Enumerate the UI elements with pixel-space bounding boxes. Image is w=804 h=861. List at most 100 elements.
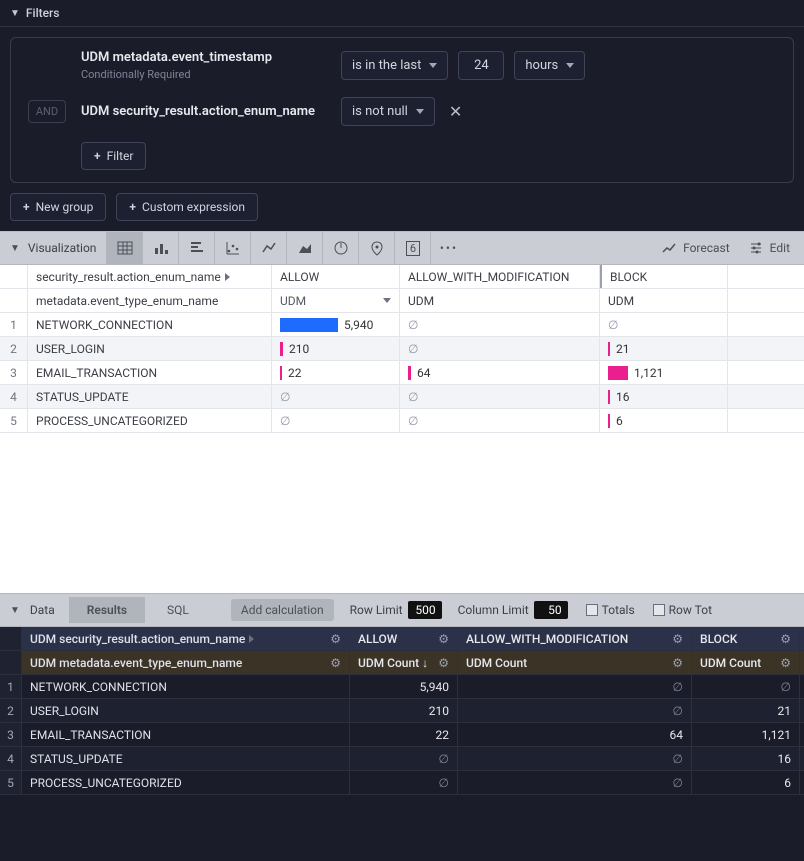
filter-unit-0[interactable]: hours: [514, 51, 585, 80]
gear-icon[interactable]: ⚙: [780, 632, 791, 646]
data-cell[interactable]: 6: [692, 771, 800, 794]
filter-op-1[interactable]: is not null: [341, 97, 435, 126]
data-cell[interactable]: ∅: [458, 699, 692, 722]
row-label[interactable]: PROCESS_UNCATEGORIZED: [28, 409, 272, 432]
filters-header[interactable]: ▼ Filters: [0, 0, 804, 27]
data-header[interactable]: ▼ Data: [0, 603, 65, 617]
vis-cell[interactable]: 210: [272, 337, 400, 360]
bar-chart-icon[interactable]: [142, 232, 178, 264]
dt-col-2[interactable]: BLOCK⚙: [692, 627, 800, 650]
gauge-icon[interactable]: [322, 232, 358, 264]
horizontal-bar-icon[interactable]: [178, 232, 214, 264]
row-totals-checkbox[interactable]: Row Tot: [653, 603, 712, 617]
gear-icon[interactable]: ⚙: [780, 656, 791, 670]
null-icon: ∅: [280, 390, 290, 404]
custom-expression-button[interactable]: + Custom expression: [116, 193, 258, 221]
vis-cell[interactable]: ∅: [400, 409, 600, 432]
filter-field-1[interactable]: UDM security_result.action_enum_name: [81, 104, 331, 119]
data-cell[interactable]: 16: [692, 747, 800, 770]
filter-op-0[interactable]: is in the last: [341, 51, 448, 80]
row-label[interactable]: USER_LOGIN: [28, 337, 272, 360]
gear-icon[interactable]: ⚙: [438, 656, 449, 670]
gear-icon[interactable]: ⚙: [438, 632, 449, 646]
pivot-col-2[interactable]: BLOCK: [600, 265, 728, 288]
vis-cell[interactable]: ∅: [400, 337, 600, 360]
add-filter-button[interactable]: + Filter: [81, 142, 146, 170]
single-value-icon[interactable]: 6: [394, 232, 430, 264]
tab-sql[interactable]: SQL: [149, 597, 207, 623]
row-label[interactable]: STATUS_UPDATE: [28, 385, 272, 408]
row-limit-input[interactable]: 500: [408, 601, 442, 619]
row-label[interactable]: STATUS_UPDATE: [22, 747, 350, 770]
map-icon[interactable]: [358, 232, 394, 264]
tab-results[interactable]: Results: [69, 597, 145, 623]
row-label[interactable]: PROCESS_UNCATEGORIZED: [22, 771, 350, 794]
dt-col-0[interactable]: ALLOW⚙: [350, 627, 458, 650]
dt-row-header[interactable]: UDM metadata.event_type_enum_name ⚙: [22, 651, 350, 674]
vis-cell[interactable]: 21: [600, 337, 728, 360]
vis-cell[interactable]: ∅: [400, 385, 600, 408]
vis-cell[interactable]: 64: [400, 361, 600, 384]
vis-cell[interactable]: 5,940: [272, 313, 400, 336]
measure-col-2[interactable]: UDM: [600, 289, 728, 312]
dt-measure-0[interactable]: UDM Count ↓⚙: [350, 651, 458, 674]
forecast-button[interactable]: Forecast: [661, 240, 730, 256]
data-cell[interactable]: 5,940: [350, 675, 458, 698]
pivot-col-1[interactable]: ALLOW_WITH_MODIFICATION: [400, 265, 600, 288]
measure-col-0[interactable]: UDM: [272, 289, 400, 312]
more-icon[interactable]: •••: [430, 232, 466, 264]
data-cell[interactable]: ∅: [692, 675, 800, 698]
data-cell[interactable]: 22: [350, 723, 458, 746]
gear-icon[interactable]: ⚙: [330, 656, 341, 670]
row-label[interactable]: NETWORK_CONNECTION: [28, 313, 272, 336]
pivot-field-header[interactable]: security_result.action_enum_name: [28, 265, 272, 288]
vis-cell[interactable]: ∅: [600, 313, 728, 336]
row-field-header[interactable]: metadata.event_type_enum_name: [28, 289, 272, 312]
vis-cell[interactable]: 22: [272, 361, 400, 384]
vis-cell[interactable]: ∅: [272, 385, 400, 408]
gear-icon[interactable]: ⚙: [672, 656, 683, 670]
gear-icon[interactable]: ⚙: [672, 632, 683, 646]
row-label[interactable]: USER_LOGIN: [22, 699, 350, 722]
table-icon[interactable]: [106, 232, 142, 264]
gear-icon[interactable]: ⚙: [330, 632, 341, 646]
null-icon: ∅: [280, 414, 290, 428]
vis-cell[interactable]: 16: [600, 385, 728, 408]
data-cell[interactable]: ∅: [458, 747, 692, 770]
measure-col-1[interactable]: UDM: [400, 289, 600, 312]
row-label[interactable]: EMAIL_TRANSACTION: [28, 361, 272, 384]
filter-value-0[interactable]: 24: [458, 51, 504, 80]
vis-cell[interactable]: ∅: [400, 313, 600, 336]
vis-cell[interactable]: 6: [600, 409, 728, 432]
edit-button[interactable]: Edit: [748, 240, 790, 256]
data-cell[interactable]: 1,121: [692, 723, 800, 746]
cell-value: 64: [417, 366, 431, 380]
dt-measure-1[interactable]: UDM Count⚙: [458, 651, 692, 674]
new-group-button[interactable]: + New group: [10, 193, 106, 221]
data-cell[interactable]: ∅: [350, 771, 458, 794]
data-cell[interactable]: 64: [458, 723, 692, 746]
col-limit-input[interactable]: 50: [534, 601, 568, 619]
and-chip[interactable]: AND: [28, 100, 66, 123]
area-chart-icon[interactable]: [286, 232, 322, 264]
scatter-icon[interactable]: [214, 232, 250, 264]
data-cell[interactable]: 210: [350, 699, 458, 722]
filter-field-0[interactable]: UDM metadata.event_timestamp: [81, 50, 331, 65]
row-label[interactable]: NETWORK_CONNECTION: [22, 675, 350, 698]
dt-col-1[interactable]: ALLOW_WITH_MODIFICATION⚙: [458, 627, 692, 650]
dt-measure-2[interactable]: UDM Count⚙: [692, 651, 800, 674]
dt-pivot-header[interactable]: UDM security_result.action_enum_name ⚙: [22, 627, 350, 650]
row-label[interactable]: EMAIL_TRANSACTION: [22, 723, 350, 746]
data-cell[interactable]: ∅: [458, 675, 692, 698]
remove-filter-icon[interactable]: ✕: [445, 102, 466, 121]
line-chart-icon[interactable]: [250, 232, 286, 264]
vis-cell[interactable]: ∅: [272, 409, 400, 432]
data-cell[interactable]: ∅: [350, 747, 458, 770]
data-cell[interactable]: ∅: [458, 771, 692, 794]
visualization-header[interactable]: ▼ Visualization: [0, 241, 106, 255]
add-calculation-button[interactable]: Add calculation: [231, 599, 334, 621]
data-cell[interactable]: 21: [692, 699, 800, 722]
vis-cell[interactable]: 1,121: [600, 361, 728, 384]
totals-checkbox[interactable]: Totals: [586, 603, 635, 617]
pivot-col-0[interactable]: ALLOW: [272, 265, 400, 288]
